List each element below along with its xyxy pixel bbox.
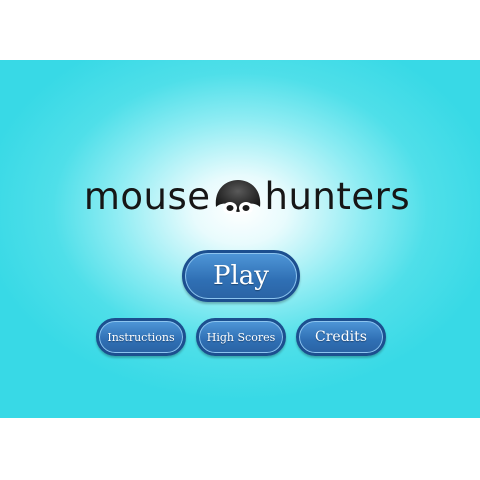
game-menu-screen: mouse hunters Play Instructions High Sco…	[0, 60, 480, 418]
play-button[interactable]: Play	[182, 250, 300, 302]
credits-button-label: Credits	[315, 329, 367, 345]
instructions-button-label: Instructions	[107, 330, 175, 344]
credits-button[interactable]: Credits	[296, 318, 386, 356]
high-scores-button-label: High Scores	[206, 330, 276, 344]
high-scores-button[interactable]: High Scores	[196, 318, 286, 356]
instructions-button[interactable]: Instructions	[96, 318, 186, 356]
game-logo: mouse hunters	[70, 176, 424, 218]
mouse-head-icon	[210, 177, 266, 217]
logo-word-mouse: mouse	[83, 175, 211, 218]
play-button-label: Play	[213, 261, 269, 291]
logo-word-hunters: hunters	[264, 175, 411, 218]
